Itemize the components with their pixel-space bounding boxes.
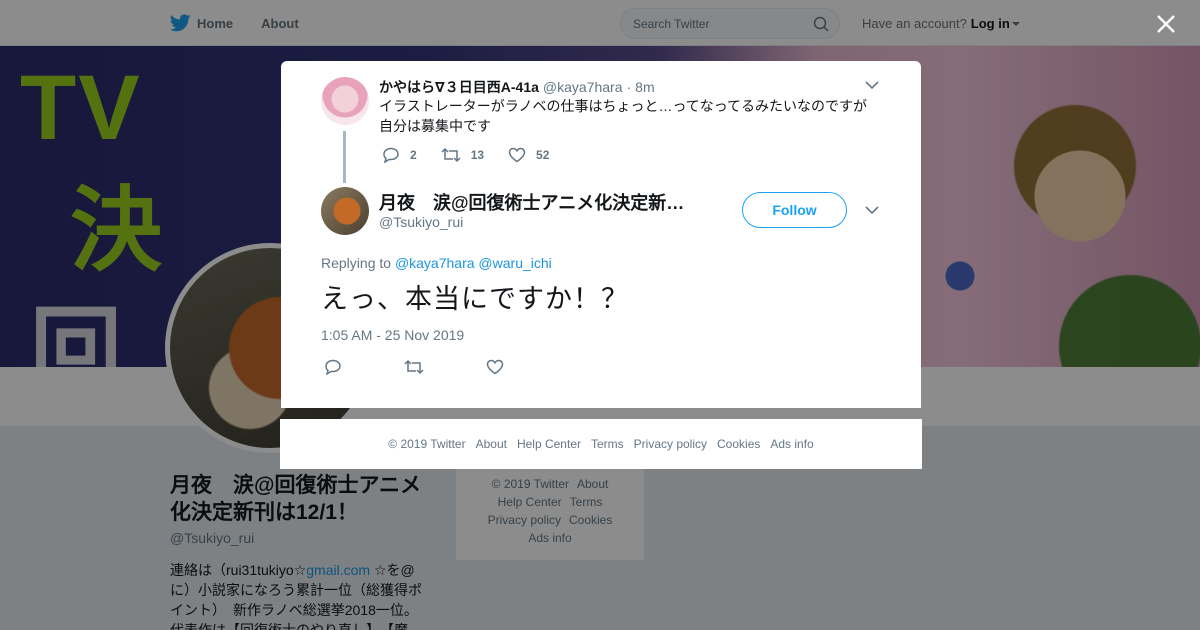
- reply-icon: [383, 147, 399, 163]
- parent-reply-action[interactable]: 2: [382, 147, 417, 163]
- parent-retweet-count: 13: [470, 148, 485, 162]
- footer-cookies[interactable]: Cookies: [717, 437, 760, 451]
- mention-link-1[interactable]: @kaya7hara: [395, 255, 475, 271]
- tweet-actions: [324, 359, 538, 375]
- modal-footer: © 2019 Twitter About Help Center Terms P…: [280, 419, 922, 469]
- heart-icon: [508, 147, 526, 163]
- reply-icon: [325, 359, 341, 375]
- close-icon[interactable]: [1155, 13, 1177, 35]
- tweet-author-handle[interactable]: @Tsukiyo_rui: [379, 214, 463, 230]
- footer-terms[interactable]: Terms: [591, 437, 624, 451]
- parent-retweet-action[interactable]: 13: [441, 147, 484, 163]
- tweet-like-action[interactable]: [486, 359, 514, 375]
- footer-help-center[interactable]: Help Center: [517, 437, 581, 451]
- parent-tweet-avatar[interactable]: [321, 77, 369, 125]
- tweet-author-avatar[interactable]: [321, 187, 369, 235]
- retweet-icon: [441, 147, 461, 163]
- parent-actions: 2 13 52: [382, 147, 573, 163]
- parent-time[interactable]: 8m: [635, 79, 654, 95]
- tweet-timestamp[interactable]: 1:05 AM - 25 Nov 2019: [321, 327, 464, 343]
- parent-tweet-text: イラストレーターがラノベの仕事はちょっと…ってなってるみたいなのですが自分は募集…: [379, 98, 868, 134]
- tweet-reply-action[interactable]: [324, 359, 352, 375]
- footer-about[interactable]: About: [476, 437, 507, 451]
- tweet-chevron-down-icon[interactable]: [865, 206, 879, 215]
- tweet-text: えっ、本当にですか！？: [321, 284, 629, 314]
- parent-chevron-down-icon[interactable]: [865, 81, 879, 90]
- parent-like-count: 52: [536, 148, 550, 162]
- replying-to: Replying to @kaya7hara @waru_ichi: [321, 255, 552, 271]
- parent-author-handle[interactable]: @kaya7hara: [543, 79, 623, 95]
- parent-tweet-header: かやはら∇３日目西A-41a @kaya7hara · 8m: [379, 77, 655, 97]
- footer-privacy[interactable]: Privacy policy: [634, 437, 707, 451]
- tweet-modal: かやはら∇３日目西A-41a @kaya7hara · 8m イラストレーターが…: [281, 61, 921, 408]
- tweet-retweet-action[interactable]: [404, 359, 434, 375]
- footer-copyright: © 2019 Twitter: [388, 437, 466, 451]
- retweet-icon: [404, 359, 424, 375]
- mention-link-2[interactable]: @waru_ichi: [478, 255, 551, 271]
- thread-connector: [343, 131, 346, 183]
- footer-ads-info[interactable]: Ads info: [770, 437, 813, 451]
- parent-reply-count: 2: [410, 148, 417, 162]
- heart-icon: [486, 359, 504, 375]
- parent-like-action[interactable]: 52: [508, 147, 549, 163]
- follow-button[interactable]: Follow: [742, 192, 847, 228]
- tweet-author-name[interactable]: 月夜 涙@回復術士アニメ化決定新刊は12/1！: [379, 189, 699, 215]
- parent-separator: ·: [626, 79, 632, 95]
- replying-to-label: Replying to: [321, 255, 392, 271]
- parent-author-name[interactable]: かやはら∇３日目西A-41a: [379, 77, 539, 97]
